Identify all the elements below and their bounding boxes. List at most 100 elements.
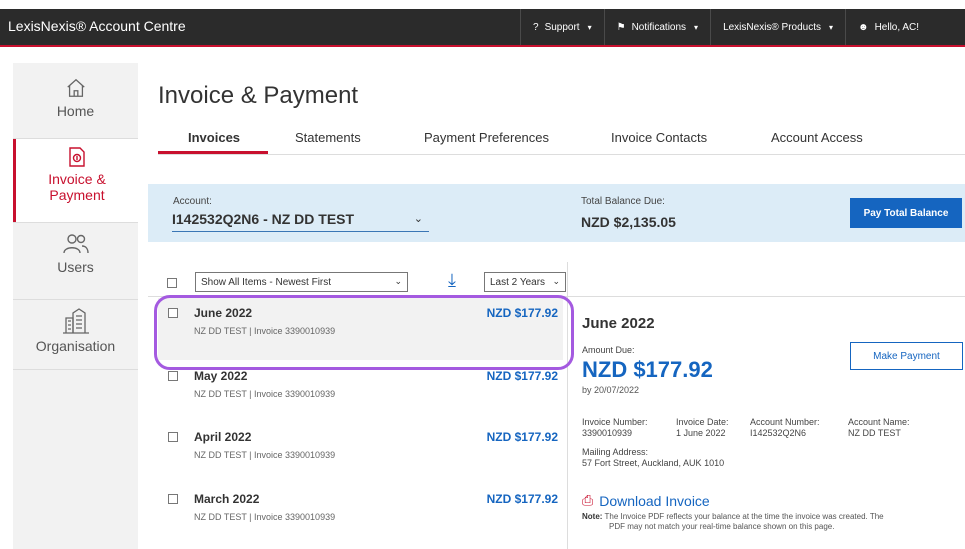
meta-key: Account Number:: [750, 417, 820, 427]
due-date: by 20/07/2022: [582, 385, 640, 395]
invoice-amount: NZD $177.92: [486, 369, 558, 383]
invoice-month: May 2022: [194, 369, 248, 383]
tab-payment-preferences[interactable]: Payment Preferences: [424, 130, 549, 145]
products-label: LexisNexis® Products: [723, 21, 822, 33]
chevron-down-icon: ▾: [829, 22, 834, 32]
sidebar-item-label: Organisation: [35, 338, 116, 354]
top-bar: LexisNexis® Account Centre ? Support ▾ ⚑…: [0, 9, 965, 45]
meta-key: Invoice Date:: [676, 417, 729, 427]
meta-key: Invoice Number:: [582, 417, 648, 427]
sidebar-item-label-line2: Payment: [49, 187, 105, 203]
sidebar-item-label: Users: [57, 259, 94, 275]
meta-value: 3390010939: [582, 428, 633, 438]
amount-due-value: NZD $177.92: [582, 357, 713, 382]
download-invoice-label: Download Invoice: [599, 492, 710, 509]
sidebar-item-organisation[interactable]: Organisation: [13, 308, 138, 368]
sort-download-icon[interactable]: ⤓: [448, 270, 456, 291]
app-title[interactable]: LexisNexis® Account Centre: [8, 18, 186, 34]
tab-account-access[interactable]: Account Access: [771, 130, 863, 145]
pdf-icon: ⎙: [582, 492, 594, 508]
account-summary: Account: I142532Q2N6 - NZ DD TEST ⌄ Tota…: [148, 184, 965, 242]
invoice-row[interactable]: March 2022 NZ DD TEST | Invoice 33900109…: [158, 484, 563, 546]
invoice-month: March 2022: [194, 492, 260, 506]
user-greeting: Hello, AC!: [874, 21, 920, 33]
notifications-menu[interactable]: ⚑ Notifications ▾: [603, 9, 710, 45]
sidebar-divider: [13, 369, 138, 370]
user-icon: ☻: [858, 21, 869, 33]
meta-key: Account Name:: [848, 417, 910, 427]
invoice-amount: NZD $177.92: [486, 492, 558, 506]
detail-month: June 2022: [582, 315, 655, 332]
account-name: Account Name: NZ DD TEST: [848, 417, 910, 439]
chevron-down-icon: ⌄: [413, 213, 423, 225]
invoice-subtitle: NZ DD TEST | Invoice 3390010939: [194, 450, 336, 460]
user-menu[interactable]: ☻ Hello, AC!: [845, 9, 931, 45]
selection-highlight: [154, 295, 574, 370]
select-all-checkbox[interactable]: [167, 278, 177, 288]
date-range-value: Last 2 Years: [490, 276, 546, 288]
sidebar-item-users[interactable]: Users: [13, 233, 138, 295]
tabs-divider: [158, 154, 965, 155]
home-icon: [66, 78, 85, 97]
sidebar-divider: [13, 299, 138, 300]
chevron-down-icon: ⌄: [394, 276, 402, 286]
tab-bar: Invoices Statements Payment Preferences …: [158, 122, 965, 154]
support-menu[interactable]: ? Support ▾: [520, 9, 604, 45]
note-text-line1: The Invoice PDF reflects your balance at…: [604, 512, 884, 521]
sidebar-item-label-line1: Invoice &: [48, 171, 106, 187]
sidebar: Home Invoice & Payment Users Organisatio…: [13, 63, 138, 549]
flag-icon: ⚑: [616, 21, 626, 33]
invoice-amount: NZD $177.92: [486, 430, 558, 444]
make-payment-button[interactable]: Make Payment: [850, 342, 963, 370]
question-circle-icon: ?: [533, 21, 539, 33]
chevron-down-icon: ⌄: [552, 276, 560, 286]
chevron-down-icon: ▾: [694, 22, 699, 32]
invoice-subtitle: NZ DD TEST | Invoice 3390010939: [194, 512, 336, 522]
invoice-row[interactable]: May 2022 NZ DD TEST | Invoice 3390010939…: [158, 361, 563, 423]
invoice-checkbox[interactable]: [168, 371, 178, 381]
total-balance-value: NZD $2,135.05: [581, 214, 676, 230]
support-label: Support: [544, 21, 580, 33]
amount-due-label: Amount Due:: [582, 345, 635, 355]
page-title: Invoice & Payment: [158, 82, 359, 109]
tab-invoices[interactable]: Invoices: [188, 130, 240, 145]
products-menu[interactable]: LexisNexis® Products ▾: [710, 9, 845, 45]
sort-select-value: Show All Items - Newest First: [201, 276, 332, 288]
note-text-line2: PDF may not match your real-time balance…: [609, 522, 835, 531]
tab-invoice-contacts[interactable]: Invoice Contacts: [611, 130, 707, 145]
sort-select[interactable]: Show All Items - Newest First ⌄: [195, 272, 408, 292]
notifications-label: Notifications: [631, 21, 687, 33]
invoice-month: April 2022: [194, 430, 252, 444]
sidebar-item-invoice-payment[interactable]: Invoice & Payment: [13, 139, 138, 222]
building-icon: [62, 308, 89, 334]
mailing-address-value: 57 Fort Street, Auckland, AUK 1010: [582, 458, 725, 468]
invoice-date: Invoice Date: 1 June 2022: [676, 417, 729, 439]
invoice-number: Invoice Number: 3390010939: [582, 417, 648, 439]
date-range-select[interactable]: Last 2 Years ⌄: [484, 272, 566, 292]
top-nav: ? Support ▾ ⚑ Notifications ▾ LexisNexis…: [520, 9, 931, 45]
chevron-down-icon: ▾: [587, 22, 592, 32]
users-icon: [62, 234, 89, 254]
download-invoice-link[interactable]: ⎙ Download Invoice: [582, 492, 710, 509]
invoice-filters: Show All Items - Newest First ⌄ ⤓ Last 2…: [158, 270, 578, 294]
mailing-address: Mailing Address: 57 Fort Street, Aucklan…: [582, 447, 724, 469]
account-number: Account Number: I142532Q2N6: [750, 417, 820, 439]
pay-total-balance-button[interactable]: Pay Total Balance: [850, 198, 962, 228]
sidebar-item-home[interactable]: Home: [13, 77, 138, 137]
mailing-address-label: Mailing Address:: [582, 447, 649, 457]
invoice-checkbox[interactable]: [168, 494, 178, 504]
invoice-detail: June 2022 Amount Due: NZD $177.92 by 20/…: [568, 297, 965, 549]
invoice-icon: [69, 147, 85, 167]
total-balance-label: Total Balance Due:: [581, 196, 665, 207]
tab-statements[interactable]: Statements: [295, 130, 361, 145]
meta-value: 1 June 2022: [676, 428, 726, 438]
account-select[interactable]: I142532Q2N6 - NZ DD TEST ⌄: [172, 207, 429, 232]
invoice-checkbox[interactable]: [168, 432, 178, 442]
sidebar-item-label: Home: [56, 103, 95, 119]
invoice-subtitle: NZ DD TEST | Invoice 3390010939: [194, 389, 336, 399]
account-label: Account:: [173, 196, 212, 207]
account-select-value: I142532Q2N6 - NZ DD TEST: [172, 211, 355, 227]
meta-value: NZ DD TEST: [848, 428, 901, 438]
pdf-note: Note: The Invoice PDF reflects your bala…: [582, 512, 962, 532]
invoice-row[interactable]: April 2022 NZ DD TEST | Invoice 33900109…: [158, 422, 563, 484]
